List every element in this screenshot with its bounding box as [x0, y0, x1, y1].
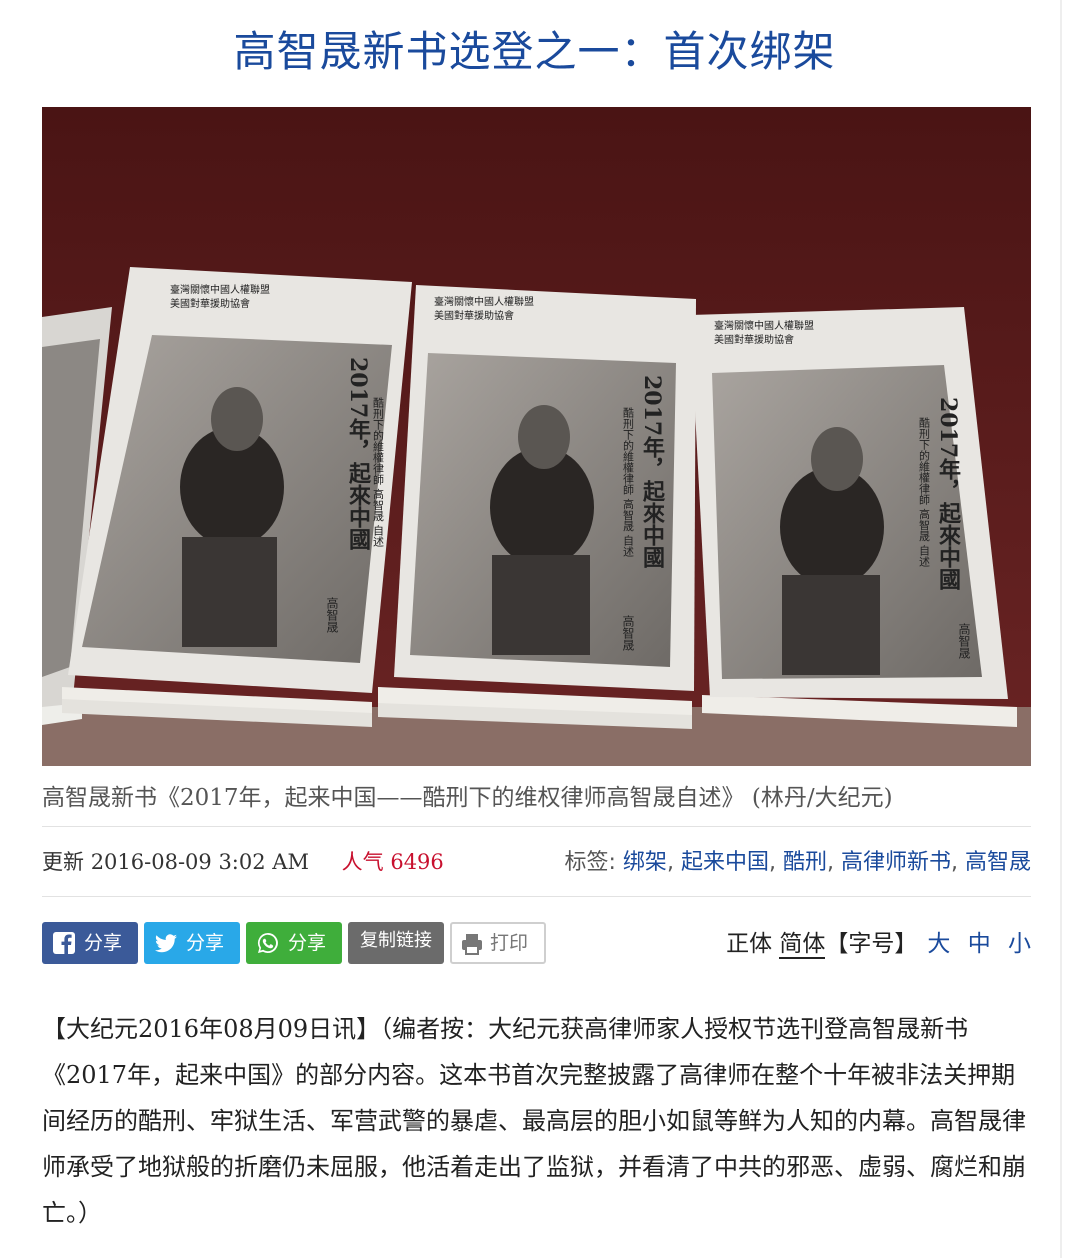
- tags-label: 标签:: [564, 850, 616, 875]
- cover-title-3: 2017年，起來中國: [935, 397, 962, 592]
- tag-link[interactable]: 起来中国: [681, 850, 769, 875]
- tag-link[interactable]: 高律师新书: [841, 850, 951, 875]
- whatsapp-share-button[interactable]: 分享: [246, 922, 342, 964]
- font-size-large[interactable]: 大: [927, 931, 950, 957]
- facebook-share-button[interactable]: 分享: [42, 922, 138, 964]
- tag-link[interactable]: 高智晟: [965, 850, 1031, 875]
- article-body: 【大纪元2016年08月09日讯】（编者按：大纪元获高律师家人授权节选刊登高智晟…: [42, 1015, 1026, 1227]
- cover-subtitle-1: 酷刑下的維權律師 高智晟 自述: [372, 397, 385, 547]
- cover-subtitle-2: 酷刑下的維權律師 高智晟 自述: [622, 407, 635, 557]
- traditional-toggle[interactable]: 正体: [726, 931, 772, 957]
- cover-publisher-2: 美國對華援助協會: [170, 297, 250, 310]
- cover-title-1: 2017年，起來中國: [345, 357, 372, 552]
- facebook-share-label: 分享: [84, 932, 123, 954]
- cover-publisher-1b: 臺灣關懷中國人權聯盟: [434, 295, 534, 308]
- twitter-icon: [155, 934, 177, 953]
- printer-icon: [462, 934, 482, 955]
- cover-author-2: 高智晟: [621, 614, 635, 651]
- cover-publisher-1: 臺灣關懷中國人權聯盟: [170, 283, 270, 296]
- photo-caption: 高智晟新书《2017年，起来中国——酷刑下的维权律师高智晟自述》 (林丹/大纪元…: [42, 785, 893, 811]
- simplified-toggle[interactable]: 简体: [779, 931, 826, 959]
- cover-author-3: 高智晟: [957, 622, 971, 659]
- copy-link-button[interactable]: 复制链接: [348, 922, 444, 964]
- tag-link[interactable]: 酷刑: [783, 850, 827, 875]
- article-meta: 更新 2016-08-09 3:02 AM 人气 6496: [42, 846, 444, 876]
- cover-publisher-2b: 美國對華援助協會: [434, 309, 514, 322]
- updated-label: 更新: [42, 850, 84, 874]
- font-size-small[interactable]: 小: [1008, 931, 1031, 957]
- updated-date: 2016-08-09 3:02 AM: [90, 850, 309, 874]
- cover-publisher-2c: 美國對華援助協會: [714, 333, 794, 346]
- right-border: [1060, 0, 1062, 1258]
- views-label: 人气: [341, 850, 384, 874]
- whatsapp-icon: [258, 933, 278, 953]
- book-3: [690, 307, 1017, 727]
- whatsapp-share-label: 分享: [288, 932, 327, 954]
- views-count: 人气 6496: [342, 850, 444, 874]
- print-button[interactable]: 打印: [450, 922, 546, 964]
- article-title: 高智晟新书选登之一：首次绑架: [233, 27, 836, 76]
- article-photo: 臺灣關懷中國人權聯盟 美國對華援助協會 臺灣關懷中國人權聯盟 美國對華援助協會 …: [42, 107, 1031, 766]
- views-value: 6496: [390, 850, 444, 874]
- cover-publisher-1c: 臺灣關懷中國人權聯盟: [714, 319, 814, 332]
- twitter-share-label: 分享: [186, 932, 225, 954]
- font-size-medium[interactable]: 中: [968, 931, 991, 957]
- facebook-icon: [53, 932, 75, 954]
- twitter-share-button[interactable]: 分享: [144, 922, 240, 964]
- divider-top: [42, 826, 1031, 827]
- cover-title-2: 2017年，起來中國: [639, 375, 666, 570]
- font-size-label: 【字号】: [825, 931, 918, 957]
- tag-link[interactable]: 绑架: [623, 850, 667, 875]
- cover-author-1: 高智晟: [325, 596, 339, 633]
- cover-subtitle-3: 酷刑下的維權律師 高智晟 自述: [918, 417, 931, 567]
- tags: 标签: 绑架, 起来中国, 酷刑, 高律师新书, 高智晟: [564, 850, 1032, 875]
- divider-bottom: [42, 896, 1031, 897]
- print-label: 打印: [490, 932, 529, 954]
- font-controls: 正体 简体【字号】大 中 小: [726, 924, 1031, 959]
